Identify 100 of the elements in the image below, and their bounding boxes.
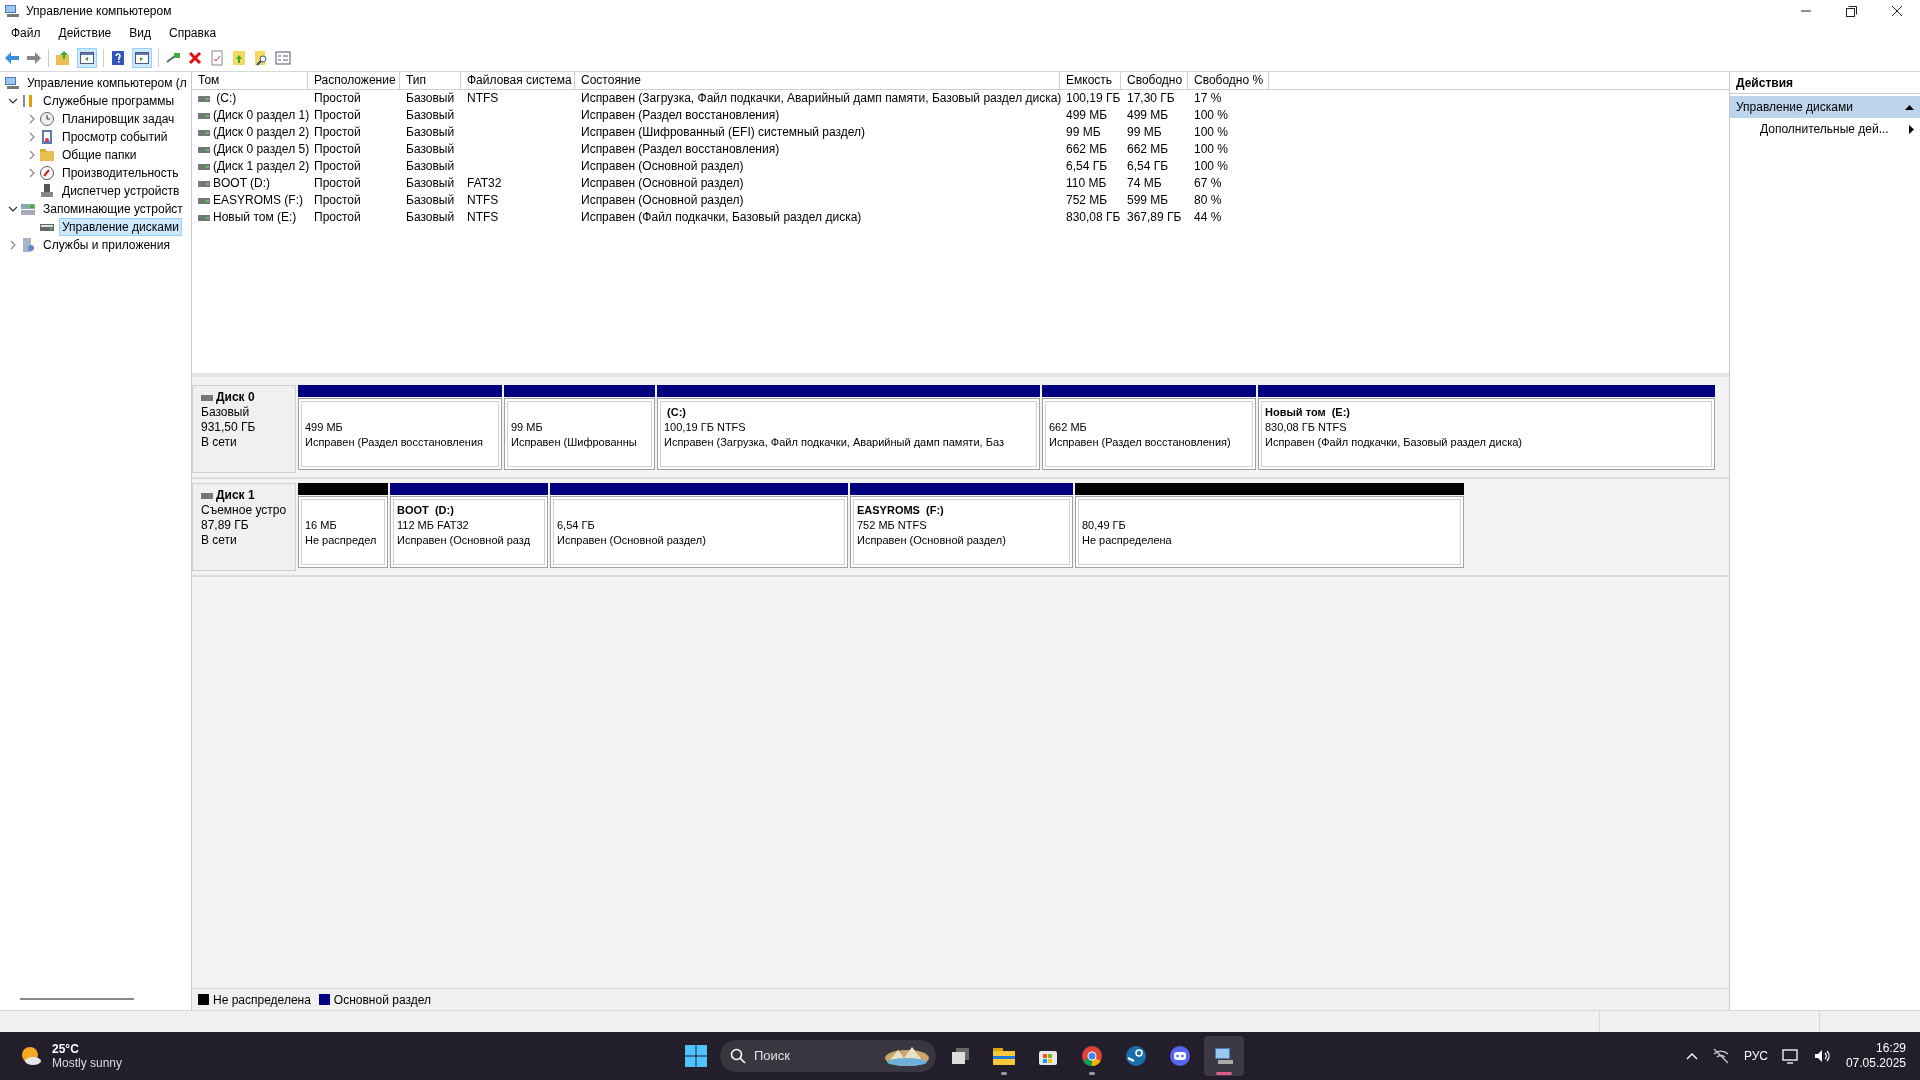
tree-item[interactable]: Планировщик задач [59, 110, 178, 128]
clock-time[interactable]: 16:29 [1875, 1041, 1906, 1056]
column-header[interactable]: Расположение [308, 72, 400, 89]
console-tree-toggle[interactable] [77, 47, 97, 68]
table-cell: NTFS [467, 91, 499, 106]
table-cell: 17,30 ГБ [1127, 91, 1175, 106]
actions-section-header[interactable]: Управление дисками [1730, 96, 1920, 118]
table-cell: Исправен (Основной раздел) [581, 193, 744, 208]
column-header[interactable]: Том [192, 72, 308, 89]
chevron-icon[interactable] [8, 204, 18, 214]
column-header[interactable]: Емкость [1060, 72, 1121, 89]
tree-item[interactable]: Службы и приложения [40, 236, 173, 254]
tree-item[interactable]: Запоминающие устройст [40, 200, 186, 218]
table-cell: (Диск 1 раздел 2) [213, 159, 310, 174]
action-link[interactable]: Дополнительные дей... [1730, 118, 1920, 140]
partition-status: Исправен (Файл подкачки, Базовый раздел диска) [1265, 435, 1523, 450]
menu-item[interactable]: Файл [2, 24, 50, 42]
partition-size: 100,19 ГБ NTFS [664, 420, 747, 435]
export-icon [231, 49, 247, 66]
table-cell: 6,54 ГБ [1127, 159, 1169, 174]
menu-item[interactable]: Вид [120, 24, 160, 42]
drive-icon [201, 492, 213, 499]
chevron-icon[interactable] [8, 96, 18, 106]
tree-item[interactable]: Производительность [59, 164, 182, 182]
table-cell: Базовый [406, 159, 455, 174]
menu-item[interactable]: Действие [49, 24, 121, 42]
clock-date[interactable]: 07.05.2025 [1845, 1056, 1906, 1071]
monitor-icon[interactable] [1781, 1048, 1800, 1064]
table-cell: Исправен (Раздел восстановления) [581, 108, 780, 123]
disk-name: Диск 0 [216, 390, 255, 405]
tree-item[interactable]: Диспетчер устройств [59, 182, 183, 200]
scrollbar-thumb[interactable] [20, 998, 134, 1000]
partition-status: Исправен (Загрузка, Файл подкачки, Аварийный дамп памяти, Баз [664, 435, 1005, 450]
weather-temp: 25°C [52, 1042, 80, 1056]
device-icon [39, 183, 55, 199]
folder-icon [39, 147, 55, 163]
partition-status: Не распредел [305, 533, 378, 548]
disk-size: 931,50 ГБ [201, 420, 257, 435]
column-header[interactable]: Файловая система [461, 72, 575, 89]
partition-size: 662 МБ [1049, 420, 1088, 435]
partition-box[interactable]: 99 МБ Исправен (Шифрованны [504, 398, 655, 470]
partition-box[interactable]: Новый том (E:) 830,08 ГБ NTFS Исправен (Файл подкачки, Базовый раздел диска) [1258, 398, 1715, 470]
folder-up-icon [55, 49, 71, 66]
partition-box[interactable]: 16 МБ Не распредел [298, 496, 388, 568]
computer-icon [4, 75, 20, 91]
table-cell: Базовый [406, 108, 455, 123]
running-indicator [1089, 1072, 1095, 1075]
taskbar-search-field[interactable]: Поиск [720, 1040, 936, 1072]
partition-box[interactable]: 662 МБ Исправен (Раздел восстановления) [1042, 398, 1256, 470]
column-header[interactable]: Свободно % [1188, 72, 1269, 89]
partition-box[interactable]: 6,54 ГБ Исправен (Основной раздел) [550, 496, 848, 568]
computer-icon [4, 3, 20, 19]
partition-box[interactable]: 80,49 ГБ Не распределена [1075, 496, 1464, 568]
table-cell: (Диск 0 раздел 2) [213, 125, 310, 140]
table-cell: 99 МБ [1066, 125, 1101, 140]
help-icon [110, 49, 126, 66]
menu-item[interactable]: Справка [160, 24, 226, 42]
table-cell: Простой [314, 108, 361, 123]
language-indicator[interactable]: РУС [1743, 1047, 1768, 1065]
table-cell: 100 % [1194, 125, 1229, 140]
table-cell: Исправен (Раздел восстановления) [581, 142, 780, 157]
clock-icon [39, 111, 55, 127]
disk-status: В сети [201, 435, 238, 450]
partition-size: 16 МБ [305, 518, 338, 533]
chevron-up-icon[interactable] [1685, 1052, 1698, 1060]
partition-box[interactable]: 499 МБ Исправен (Раздел восстановления [298, 398, 502, 470]
list-icon [275, 49, 291, 66]
speaker-icon[interactable] [1813, 1048, 1832, 1064]
disk-label-panel[interactable]: Диск 1 Съемное устро 87,89 ГБ В сети [192, 483, 296, 571]
taskbar-app[interactable] [1204, 1036, 1244, 1076]
tree-item[interactable]: Просмотр событий [59, 128, 171, 146]
partition-title: BOOT (D:) [397, 503, 455, 518]
partition-size: 99 МБ [511, 420, 544, 435]
partition-box[interactable]: EASYROMS (F:) 752 МБ NTFS Исправен (Основной раздел) [850, 496, 1073, 568]
weather-desc: Mostly sunny [52, 1056, 123, 1070]
partition-size: 80,49 ГБ [1082, 518, 1127, 533]
partition-status: Исправен (Шифрованны [511, 435, 638, 450]
table-cell: Исправен (Основной раздел) [581, 159, 744, 174]
drive-icon [198, 163, 210, 170]
table-cell: 752 МБ [1066, 193, 1108, 208]
partition-box[interactable]: (C:) 100,19 ГБ NTFS Исправен (Загрузка, Файл подкачки, Аварийный дамп памяти, Баз [657, 398, 1040, 470]
tree-item[interactable]: Управление компьютером (л [24, 74, 190, 92]
close-icon [1892, 6, 1902, 16]
table-cell: Базовый [406, 142, 455, 157]
column-header[interactable]: Состояние [575, 72, 1060, 89]
partition-box[interactable]: BOOT (D:) 112 МБ FAT32 Исправен (Основной разд [390, 496, 548, 568]
drive-icon [201, 394, 213, 401]
tree-item[interactable]: Служебные программы [40, 92, 178, 110]
table-cell-text: (C:) [215, 91, 237, 106]
tree-item[interactable]: Общие папки [59, 146, 140, 164]
action-pane-toggle[interactable] [132, 47, 152, 68]
services-icon [20, 237, 36, 253]
computer-icon [1213, 1045, 1235, 1067]
column-header[interactable]: Свободно [1121, 72, 1188, 89]
column-header[interactable]: Тип [400, 72, 461, 89]
tree-item[interactable]: Управление дисками [59, 218, 182, 236]
disk-label-panel[interactable]: Диск 0 Базовый 931,50 ГБ В сети [192, 385, 296, 473]
table-cell: Базовый [406, 210, 455, 225]
network-off-icon[interactable] [1711, 1048, 1730, 1064]
table-cell: 100 % [1194, 159, 1229, 174]
